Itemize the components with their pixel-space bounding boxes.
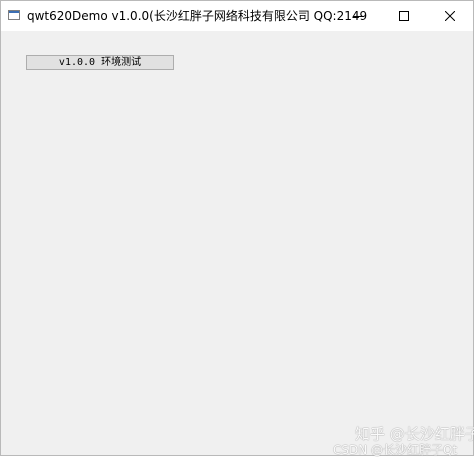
window-title: qwt620Demo v1.0.0(长沙红胖子网络科技有限公司 QQ:21497… bbox=[27, 9, 367, 23]
client-area: v1.0.0 环境测试 知乎 @长沙红胖子Qt CSDN @长沙红胖子Qt bbox=[1, 31, 474, 457]
environment-test-button[interactable]: v1.0.0 环境测试 bbox=[26, 55, 174, 70]
watermark-csdn: CSDN @长沙红胖子Qt bbox=[333, 443, 458, 457]
title-bar[interactable]: qwt620Demo v1.0.0(长沙红胖子网络科技有限公司 QQ:21497… bbox=[1, 1, 473, 31]
watermark-zhihu: 知乎 @长沙红胖子Qt bbox=[355, 425, 474, 443]
close-icon bbox=[445, 11, 455, 21]
watermark: 知乎 @长沙红胖子Qt CSDN @长沙红胖子Qt bbox=[333, 425, 474, 457]
minimize-button[interactable] bbox=[335, 1, 381, 31]
application-window: qwt620Demo v1.0.0(长沙红胖子网络科技有限公司 QQ:21497… bbox=[0, 0, 474, 457]
maximize-icon bbox=[399, 11, 409, 21]
minimize-icon bbox=[353, 16, 363, 17]
close-button[interactable] bbox=[427, 1, 473, 31]
maximize-button[interactable] bbox=[381, 1, 427, 31]
app-icon bbox=[8, 10, 20, 20]
